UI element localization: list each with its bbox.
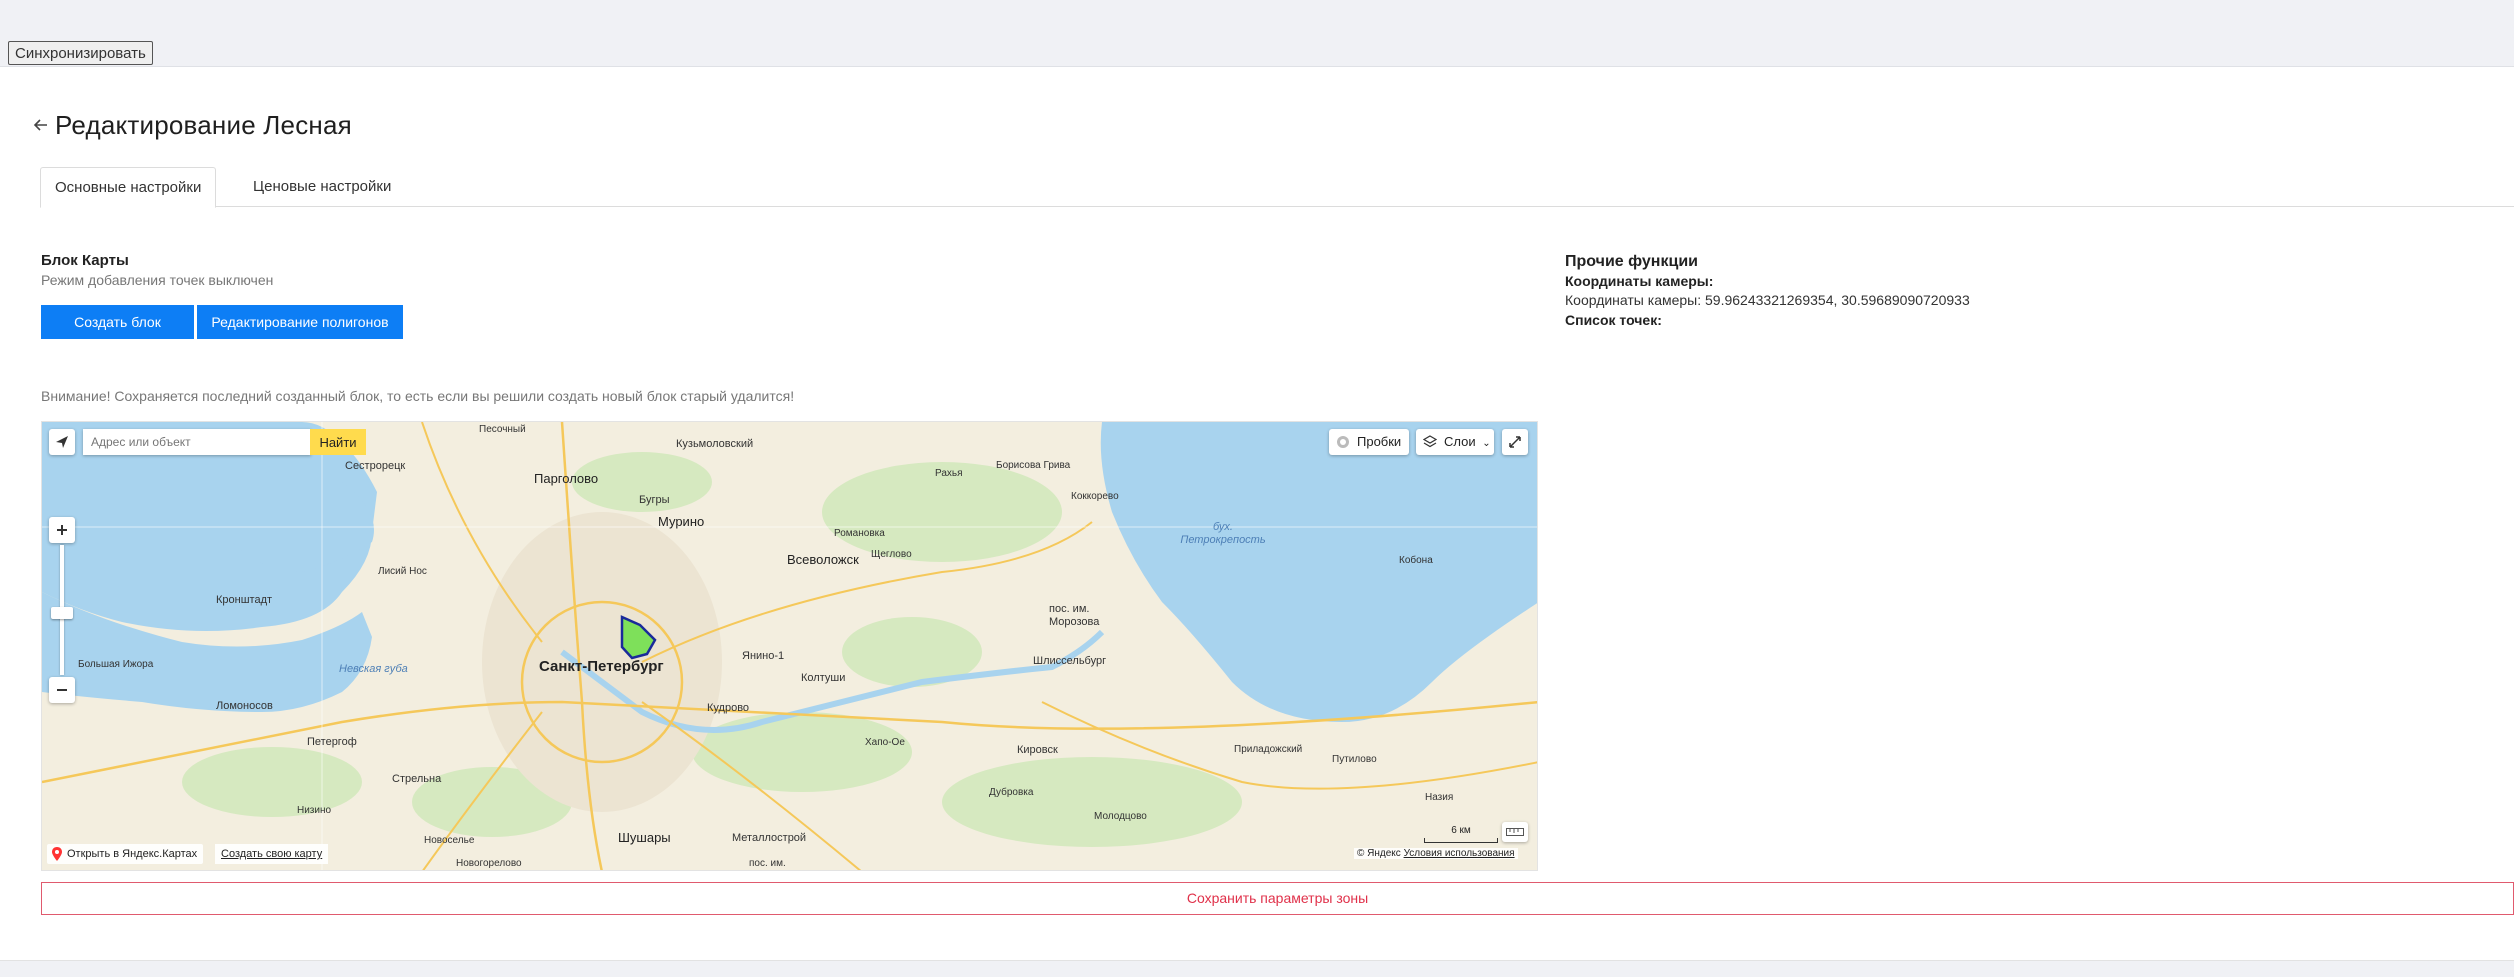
warning-text: Внимание! Сохраняется последний созданны… [41,388,795,404]
edit-polygons-button[interactable]: Редактирование полигонов [197,305,403,339]
sync-button[interactable]: Синхронизировать [8,41,153,65]
address-search-input[interactable] [91,429,311,455]
map-label-kronshtadt: Кронштадт [216,594,273,606]
terms-of-use-link[interactable]: Условия использования [1404,848,1515,859]
lake-ladoga [1100,422,1537,722]
open-in-yandex-label: Открыть в Яндекс.Картах [67,848,198,860]
map-label-bukhta: бух. Петрокрепость [1180,521,1266,546]
traffic-button[interactable]: Пробки [1329,429,1409,455]
map-label-pesochny: Песочный [479,424,526,435]
map-label-sestroretsk: Сестрорецк [345,460,406,472]
map-label-shlisselburg: Шлиссельбург [1033,655,1107,667]
map-label-prialadozhsky: Приладожский [1234,744,1303,755]
fullscreen-icon [1509,436,1521,448]
map-label-khapo-oe: Хапо-Ое [865,737,905,748]
map-label-bolshaya-izhora: Большая Ижора [78,659,154,670]
map-label-romanovka: Романовка [834,528,885,539]
map-label-yanino: Янино-1 [742,650,785,662]
map-label-lisiy-nos: Лисий Нос [378,566,427,577]
map-label-novogorelovo: Новогорелово [456,858,522,869]
map-label-borisova-griva: Борисова Грива [996,460,1071,471]
map-label-novoselye: Новоселье [424,835,475,846]
zoom-in-button[interactable] [49,517,75,543]
map-label-metallostroy: Металлострой [732,832,807,844]
map-label-vsevolozhsk: Всеволожск [787,552,859,567]
minus-icon [57,689,67,691]
create-block-button[interactable]: Создать блок (выкл) [41,305,194,364]
open-in-yandex-link[interactable]: Открыть в Яндекс.Картах [47,844,204,864]
map-label-nazia: Назия [1425,792,1454,803]
copyright-text: © Яндекс [1357,848,1401,859]
layers-button[interactable]: Слои ⌄ [1416,429,1494,455]
map-label-lomonosov: Ломоносов [216,700,273,712]
find-button[interactable]: Найти [310,429,366,455]
map-label-strelna: Стрельна [392,773,442,785]
plus-icon [57,525,67,535]
geolocation-icon [56,436,68,448]
search-box[interactable] [83,429,311,455]
chevron-down-icon: ⌄ [1482,438,1491,449]
page-title: Редактирование Лесная [55,110,352,140]
map-label-kirovsk: Кировск [1017,744,1058,756]
map-label-nizino: Низино [297,805,332,816]
tab-main-settings[interactable]: Основные настройки [40,167,217,208]
geolocation-button[interactable] [49,429,75,455]
map-label-bugry: Бугры [639,494,670,506]
tabs: Основные настройки Ценовые настройки [40,167,2514,208]
save-zone-button[interactable]: Сохранить параметры зоны [41,882,2514,915]
layers-label: Слои [1444,434,1476,449]
map-label-putilovo: Путилово [1332,754,1377,765]
map-label-kobona: Кобона [1399,555,1433,566]
scale-bar [1424,838,1498,843]
map-label-dubrovka: Дубровка [989,787,1034,798]
scale-label: 6 км [1451,825,1471,836]
map-label-koltushi: Колтуши [801,672,846,684]
zoom-slider-handle[interactable] [51,607,73,619]
bottom-strip [0,960,2514,977]
create-your-map-link[interactable]: Создать свою карту [215,844,329,864]
map-block-title: Блок Карты [41,252,129,269]
map-copyright: © Яндекс Условия использования [1354,848,1518,859]
map-label-molodtsovo: Молодцово [1094,811,1147,822]
traffic-icon [1337,436,1349,448]
map-label-petergof: Петергоф [307,736,357,748]
traffic-label: Пробки [1357,434,1402,449]
map-pin-icon [52,847,62,861]
map-container[interactable]: Санкт-Петербург Парголово Мурино Бугры В… [41,421,1538,871]
map-label-rahya: Рахья [935,468,963,479]
fullscreen-button[interactable] [1502,429,1528,455]
tab-price-settings[interactable]: Ценовые настройки [239,167,405,207]
map-label-pargolovo: Парголово [534,471,599,486]
zoom-out-button[interactable] [49,677,75,703]
top-bar: Синхронизировать [0,0,2514,67]
map-label-nevskaya-guba: Невская губа [339,663,408,675]
map-label-morozova: пос. им. Морозова [1049,603,1100,628]
map-label-murino: Мурино [658,514,705,529]
ruler-icon [1506,828,1524,836]
camera-coords-title: Координаты камеры: [1565,273,1714,289]
map-label-kuzmolovsky: Кузьмоловский [676,438,754,450]
ruler-button[interactable] [1502,822,1528,842]
map-label-pos-im: пос. им. [749,858,786,869]
map-label-shushary: Шушары [618,830,671,845]
map-label-kudrovo: Кудрово [707,702,750,714]
points-list-title: Список точек: [1565,312,1662,328]
other-functions-title: Прочие функции [1565,253,1698,270]
mode-status-text: Режим добавления точек выключен [41,272,274,288]
map-label-spb: Санкт-Петербург [539,658,664,675]
arrow-left-icon[interactable] [31,115,51,135]
layers-icon [1423,435,1437,448]
map-canvas[interactable] [42,422,1538,871]
map-label-scheglovo: Щеглово [871,549,912,560]
camera-coords-value: Координаты камеры: 59.96243321269354, 30… [1565,292,1970,308]
map-label-kokkorevo: Коккорево [1071,491,1119,502]
